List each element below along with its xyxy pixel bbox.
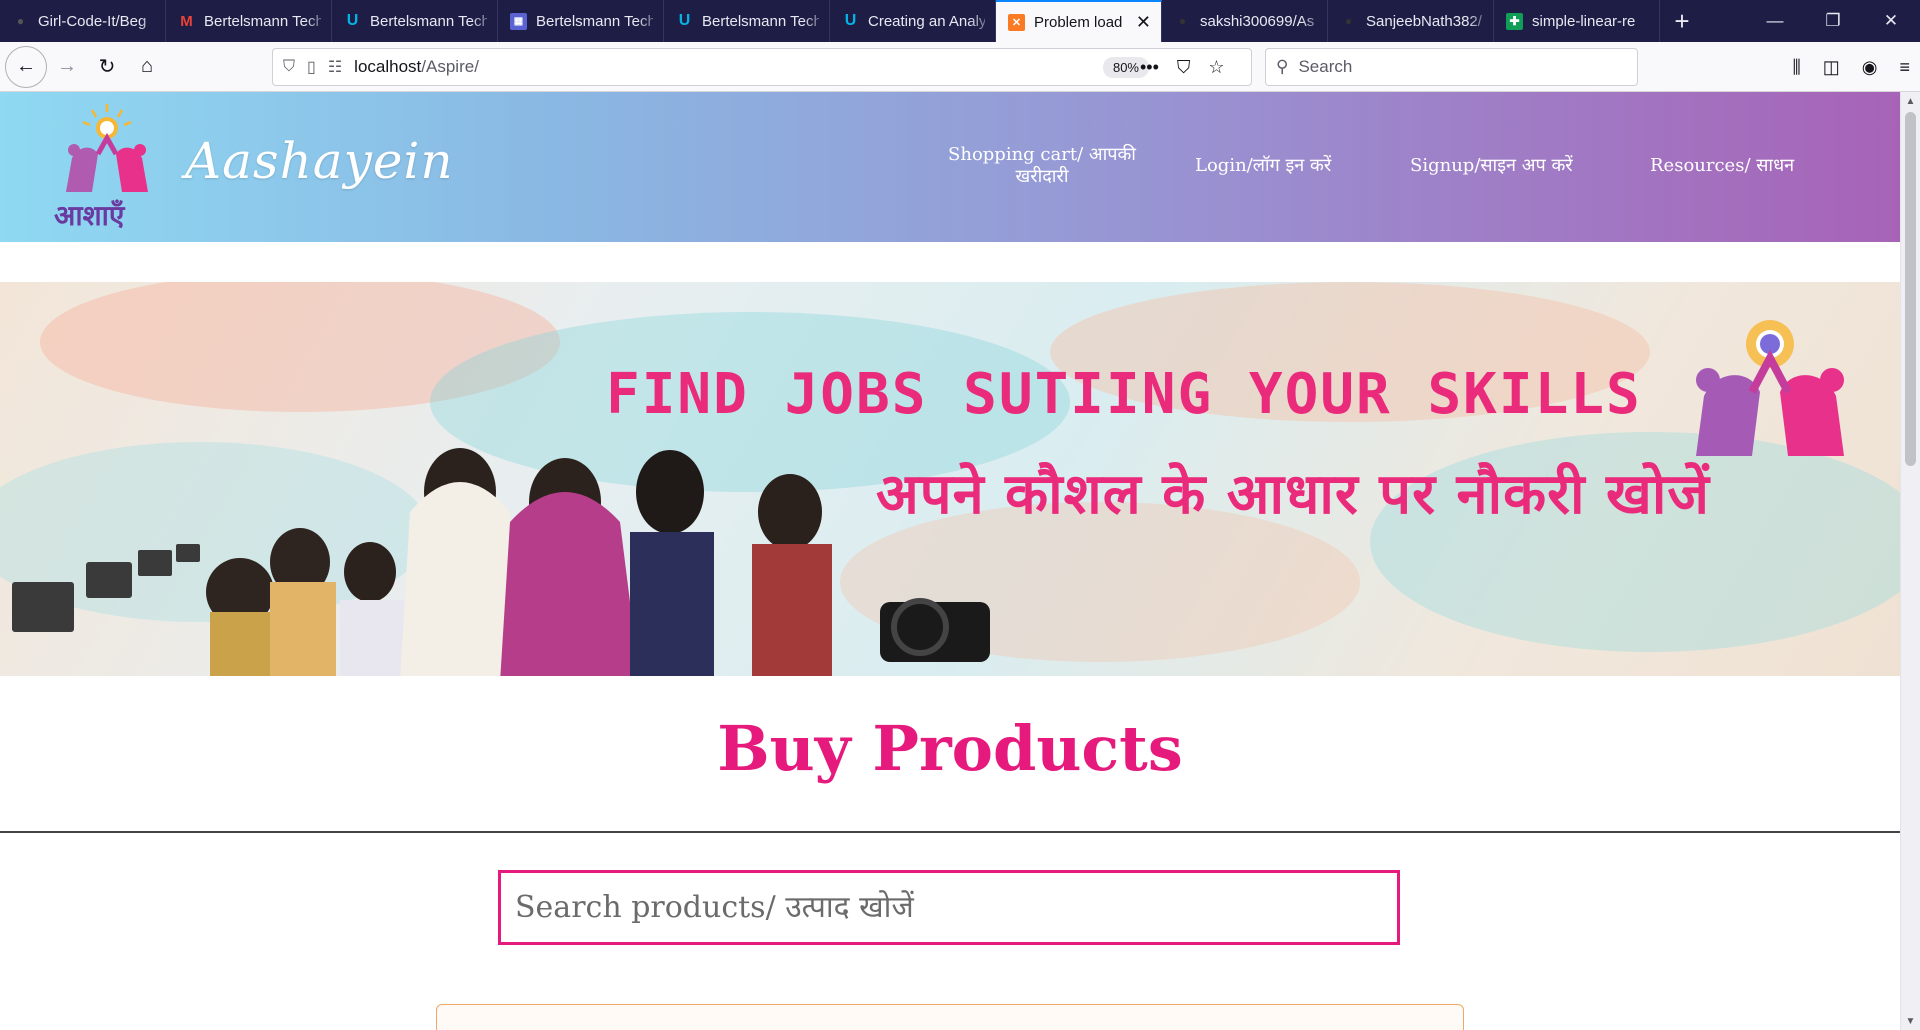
tab-7-active[interactable]: ✕ Problem load ✕ <box>996 0 1162 42</box>
tab-title: simple-linear-re <box>1532 12 1636 30</box>
close-window-button[interactable]: ✕ <box>1862 0 1920 42</box>
home-icon: ⌂ <box>140 55 154 77</box>
menu-icon[interactable]: ≡ <box>1899 57 1910 78</box>
gmail-icon: M <box>180 12 193 30</box>
tab-5[interactable]: U Bertelsmann Tech <box>664 0 830 42</box>
toolbar-right: ⫼ ◫ ◉ ≡ <box>1792 48 1910 86</box>
tab-title: Girl-Code-It/Beg <box>38 12 147 30</box>
nav-cart-line2: खरीदारी <box>1015 166 1069 187</box>
site-header: आशाएँ Aashayein Shopping cart/ आपकी खरीद… <box>0 92 1900 242</box>
tab-title: SanjeebNath382/ <box>1366 12 1482 30</box>
home-button[interactable]: ⌂ <box>127 47 167 87</box>
github-icon: ● <box>12 12 29 30</box>
page-title: Buy Products <box>717 712 1183 785</box>
scroll-up-arrow-icon[interactable]: ▲ <box>1901 92 1920 110</box>
nav-login[interactable]: Login/लॉग इन करें <box>1195 155 1331 177</box>
calendar-icon: ▦ <box>510 12 527 30</box>
reload-button[interactable]: ↻ <box>87 47 127 87</box>
reload-icon: ↻ <box>98 56 116 78</box>
tab-title: sakshi300699/As <box>1200 12 1315 30</box>
logo-hindi-text: आशाएँ <box>54 199 125 232</box>
xampp-icon: ✕ <box>1008 13 1025 31</box>
tab-title: Bertelsmann Tech <box>204 12 321 30</box>
nav-cart-line1: Shopping cart/ आपकी <box>948 144 1136 165</box>
hero-banner: FIND JOBS SUTIING YOUR SKILLS अपने कौशल … <box>0 282 1900 676</box>
product-search-input[interactable] <box>498 870 1400 945</box>
tab-1[interactable]: ● Girl-Code-It/Beg <box>0 0 166 42</box>
minimize-button[interactable]: — <box>1746 0 1804 42</box>
restore-button[interactable]: ❐ <box>1804 0 1862 42</box>
page-icon: ▯ <box>307 59 316 76</box>
tab-10[interactable]: ✚ simple-linear-re <box>1494 0 1660 42</box>
banner-headline-english: FIND JOBS SUTIING YOUR SKILLS <box>606 362 1642 427</box>
tab-4[interactable]: ▦ Bertelsmann Tech <box>498 0 664 42</box>
tab-title: Bertelsmann Tech <box>370 12 487 30</box>
arrow-right-icon: → <box>57 55 77 77</box>
tab-strip: ● Girl-Code-It/Beg M Bertelsmann Tech U … <box>0 0 1920 42</box>
close-tab-icon[interactable]: ✕ <box>1136 12 1151 33</box>
nav-shopping-cart[interactable]: Shopping cart/ आपकी खरीदारी <box>945 144 1139 188</box>
browser-toolbar: ← → ↻ ⌂ ⛉ ▯ ☷ localhost/Aspire/ 80% ••• … <box>0 42 1920 92</box>
tab-8[interactable]: ● sakshi300699/As <box>1162 0 1328 42</box>
page-scrollbar[interactable]: ▲ ▼ <box>1900 92 1920 1030</box>
sidebar-icon[interactable]: ◫ <box>1823 57 1840 78</box>
tab-title: Bertelsmann Tech <box>536 12 653 30</box>
tab-9[interactable]: ● SanjeebNath382/ <box>1328 0 1494 42</box>
library-icon[interactable]: ⫼ <box>1792 57 1800 78</box>
arrow-left-icon: ← <box>16 55 36 77</box>
nav-resources[interactable]: Resources/ साधन <box>1650 155 1794 177</box>
url-bar[interactable]: ⛉ ▯ ☷ localhost/Aspire/ 80% <box>272 48 1252 86</box>
browser-search-placeholder: Search <box>1298 57 1353 76</box>
url-host: localhost <box>354 57 422 76</box>
github-icon: ● <box>1344 14 1353 28</box>
aashayein-logo[interactable]: आशाएँ <box>52 100 162 234</box>
banner-headline-hindi: अपने कौशल के आधार पर नौकरी खोजें <box>876 462 1710 527</box>
udacity-icon: U <box>844 12 857 29</box>
url-path: /Aspire/ <box>421 57 479 76</box>
pocket-icon[interactable]: ⛉ <box>1177 57 1191 78</box>
forward-button[interactable]: → <box>47 47 87 87</box>
product-card[interactable] <box>436 1004 1464 1030</box>
tab-title: Problem load <box>1034 13 1123 31</box>
udacity-icon: U <box>346 12 359 29</box>
github-icon: ● <box>1178 14 1187 28</box>
sheets-icon: ✚ <box>1506 12 1523 30</box>
udacity-icon: U <box>678 12 691 29</box>
tab-6[interactable]: U Creating an Analy <box>830 0 996 42</box>
tab-title: Bertelsmann Tech <box>702 12 819 30</box>
brand-name[interactable]: Aashayein <box>185 132 454 190</box>
tab-3[interactable]: U Bertelsmann Tech <box>332 0 498 42</box>
tab-2[interactable]: M Bertelsmann Tech <box>166 0 332 42</box>
window-controls: — ❐ ✕ <box>1746 0 1920 42</box>
tab-title: Creating an Analy <box>868 12 985 30</box>
nav-signup[interactable]: Signup/साइन अप करें <box>1410 155 1573 177</box>
section-divider <box>0 831 1900 833</box>
search-icon: ⚲ <box>1276 57 1289 76</box>
browser-search-field[interactable]: ⚲ Search <box>1265 48 1638 86</box>
plus-icon: + <box>1674 5 1690 36</box>
bookmark-star-icon[interactable]: ☆ <box>1208 57 1224 78</box>
page-viewport: आशाएँ Aashayein Shopping cart/ आपकी खरीद… <box>0 92 1920 1030</box>
back-button[interactable]: ← <box>5 45 47 88</box>
shield-icon[interactable]: ⛉ <box>283 58 295 76</box>
scrollbar-thumb[interactable] <box>1905 112 1916 466</box>
scroll-down-arrow-icon[interactable]: ▼ <box>1901 1012 1920 1030</box>
more-actions-icon[interactable]: ••• <box>1140 57 1159 78</box>
url-actions: ••• ⛉ ☆ <box>1140 48 1225 86</box>
new-tab-button[interactable]: + <box>1660 0 1704 42</box>
permissions-icon[interactable]: ☷ <box>328 57 342 77</box>
account-icon[interactable]: ◉ <box>1862 57 1878 78</box>
